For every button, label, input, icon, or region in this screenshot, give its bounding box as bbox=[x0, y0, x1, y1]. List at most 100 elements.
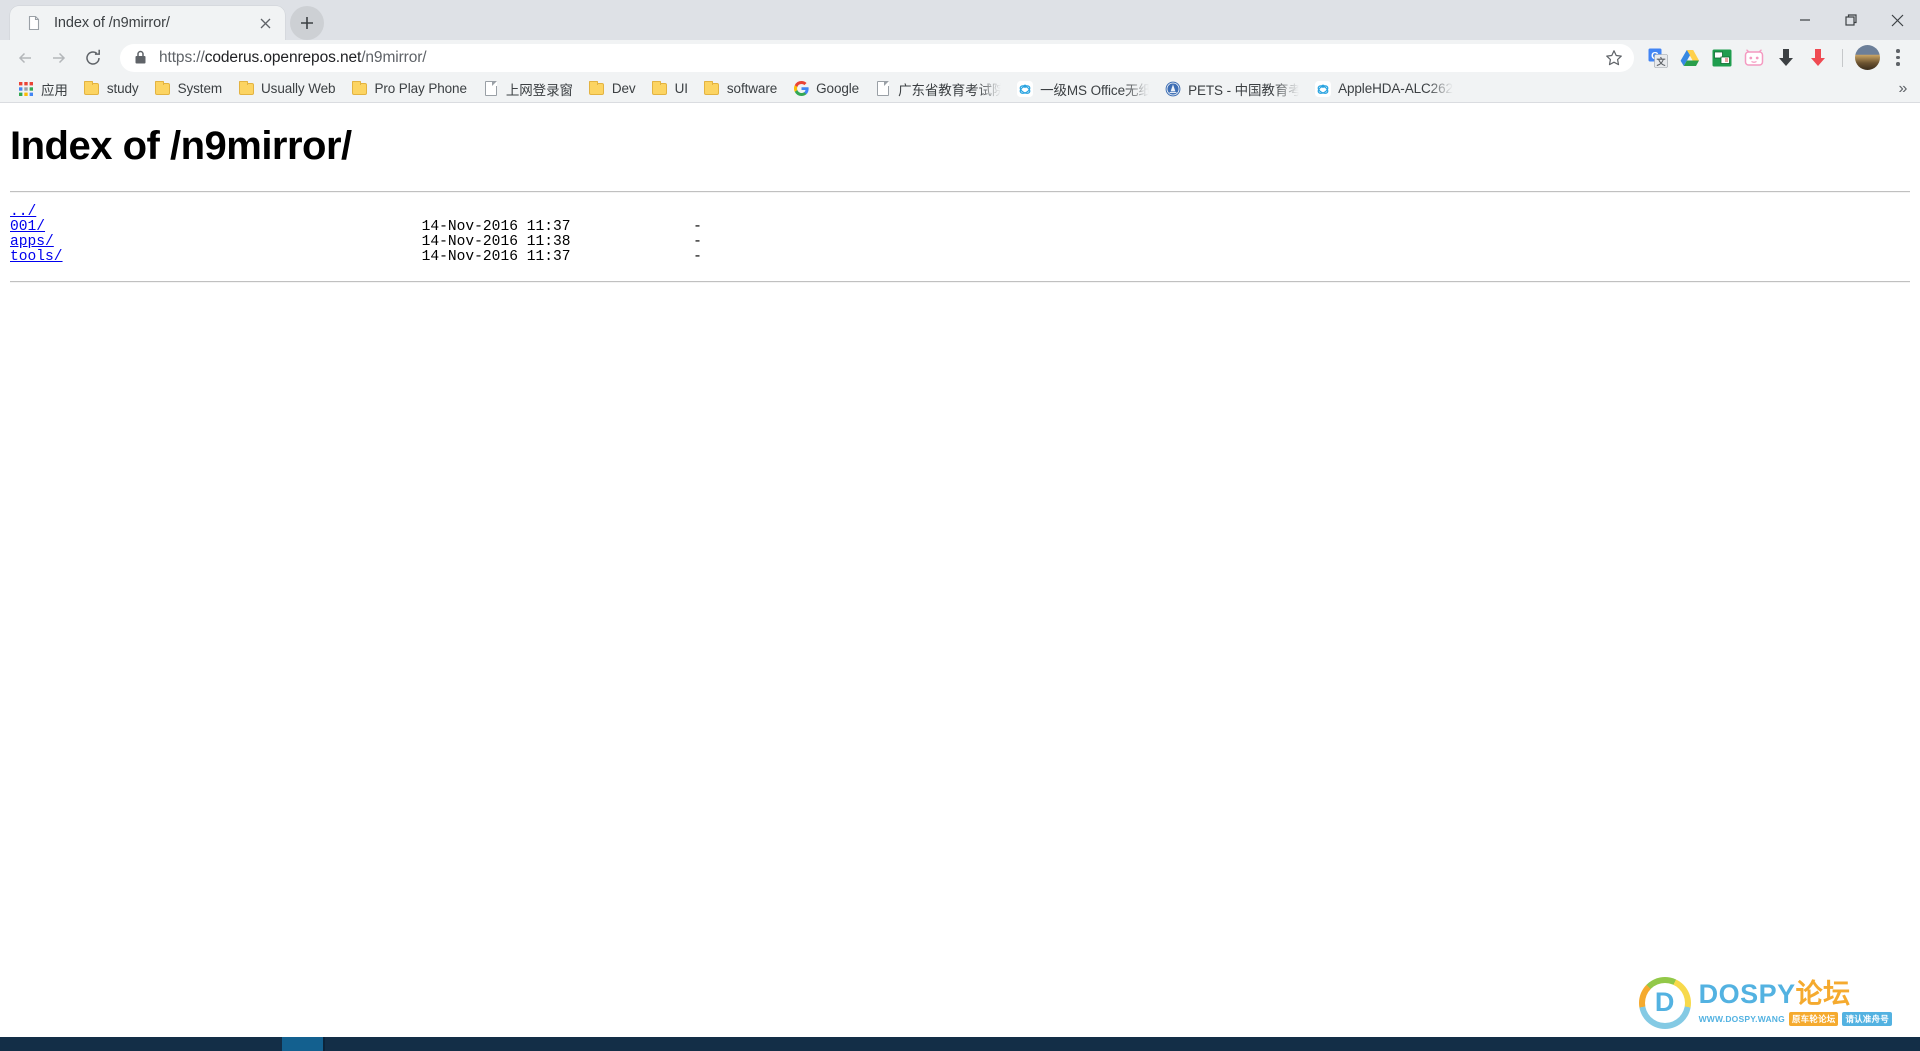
restore-icon[interactable] bbox=[1828, 0, 1874, 40]
bookmark-label: Google bbox=[816, 81, 860, 96]
bookmark-wangluo-denglu[interactable]: 上网登录窗 bbox=[475, 77, 581, 101]
bookmark-pets[interactable]: PETS - 中国教育考试 bbox=[1157, 77, 1307, 101]
rule-bottom bbox=[10, 281, 1910, 283]
directory-listing: ../001/ 14-Nov-2016 11:37 - apps/ 14-Nov-… bbox=[0, 193, 1920, 265]
url-host: coderus.openrepos.net bbox=[204, 48, 362, 66]
dir-link-001[interactable]: 001/ bbox=[10, 219, 45, 235]
list-item: 001/ 14-Nov-2016 11:37 - bbox=[10, 219, 1920, 235]
page-title: Index of /n9mirror/ bbox=[10, 124, 352, 168]
seal-blue-icon bbox=[1165, 81, 1181, 97]
bookmark-usually-web[interactable]: Usually Web bbox=[230, 77, 343, 101]
close-icon[interactable] bbox=[255, 13, 275, 33]
bookmark-label: Usually Web bbox=[261, 81, 336, 96]
download-dark-icon[interactable] bbox=[1771, 43, 1801, 73]
taskbar-active-window[interactable] bbox=[282, 1037, 325, 1051]
bookmark-applehda-alc262[interactable]: AppleHDA-ALC262 bbox=[1307, 77, 1461, 101]
url-path: /n9mirror/ bbox=[361, 48, 427, 66]
back-button[interactable] bbox=[8, 43, 42, 73]
reload-button[interactable] bbox=[76, 43, 110, 73]
minimize-icon[interactable] bbox=[1782, 0, 1828, 40]
watermark-subline: WWW.DOSPY.WANG 原车轮论坛 请认准舟号 bbox=[1699, 1011, 1892, 1026]
folder-icon bbox=[351, 80, 367, 97]
dir-size-001: - bbox=[693, 219, 702, 235]
bookmark-label: UI bbox=[674, 81, 688, 96]
bookmark-label: study bbox=[106, 81, 139, 96]
avatar[interactable] bbox=[1855, 45, 1880, 70]
dir-link-tools[interactable]: tools/ bbox=[10, 249, 63, 265]
three-dot-menu-icon[interactable] bbox=[1884, 43, 1912, 73]
bookmark-yiji-ms-office[interactable]: 一级MS Office无纸化 bbox=[1009, 77, 1157, 101]
bookmark-guangdong-jiaoyu[interactable]: 广东省教育考试院 bbox=[867, 77, 1009, 101]
bookmark-study[interactable]: study bbox=[76, 77, 147, 101]
bookmarks-overflow-button[interactable]: » bbox=[1892, 80, 1914, 98]
bookmark-label: software bbox=[726, 81, 778, 96]
url-text: https://coderus.openrepos.net/n9mirror/ bbox=[159, 49, 1622, 67]
bookmark-software[interactable]: software bbox=[696, 77, 785, 101]
folder-icon bbox=[84, 80, 100, 97]
bookmark-label: System bbox=[177, 81, 223, 96]
close-icon[interactable] bbox=[1874, 0, 1920, 40]
document-icon bbox=[26, 15, 42, 31]
svg-text:文: 文 bbox=[1655, 56, 1666, 67]
os-taskbar[interactable] bbox=[0, 1037, 1920, 1051]
bookmark-label: 上网登录窗 bbox=[505, 82, 573, 98]
atom-blue-icon bbox=[1315, 80, 1332, 97]
google-translate-icon[interactable]: G 文 bbox=[1643, 43, 1673, 73]
green-clipper-icon[interactable] bbox=[1707, 43, 1737, 73]
dir-size-tools: - bbox=[693, 249, 702, 265]
atom-blue-icon bbox=[1017, 80, 1034, 97]
dir-date-apps: 14-Nov-2016 11:38 bbox=[421, 234, 571, 250]
arrow-left-icon bbox=[18, 52, 31, 63]
reload-icon bbox=[86, 49, 100, 65]
bookmark-label: 广东省教育考试院 bbox=[898, 82, 1002, 98]
bookmark-system[interactable]: System bbox=[147, 77, 230, 101]
list-item: apps/ 14-Nov-2016 11:38 - bbox=[10, 234, 1920, 250]
list-item: tools/ 14-Nov-2016 11:37 - bbox=[10, 249, 1920, 265]
star-icon[interactable] bbox=[1602, 46, 1626, 70]
bookmark-label: PETS - 中国教育考试 bbox=[1188, 82, 1300, 98]
bookmark-label: AppleHDA-ALC262 bbox=[1338, 81, 1453, 96]
apps-grid-icon bbox=[18, 81, 34, 97]
dir-size-apps: - bbox=[693, 234, 702, 250]
dospy-logo-icon: D bbox=[1638, 977, 1691, 1029]
list-item: ../ bbox=[10, 204, 1920, 220]
browser-window: Index of /n9mirror/ https://coderus.open… bbox=[0, 0, 1920, 1051]
dir-link-apps[interactable]: apps/ bbox=[10, 234, 54, 250]
watermark-tag-2: 请认准舟号 bbox=[1842, 1011, 1892, 1026]
watermark-brand-en: DOSPY bbox=[1698, 979, 1796, 1010]
bookmark-pro-play-phone[interactable]: Pro Play Phone bbox=[343, 77, 474, 101]
bookmark-google[interactable]: Google bbox=[785, 77, 867, 101]
bookmark-label: 一级MS Office无纸化 bbox=[1040, 82, 1150, 98]
bookmarks-bar: 应用 study System Usually Web Pro Play Pho… bbox=[0, 75, 1920, 103]
download-red-icon[interactable] bbox=[1803, 43, 1833, 73]
folder-icon bbox=[238, 80, 254, 97]
dir-date-001: 14-Nov-2016 11:37 bbox=[421, 219, 571, 235]
watermark-brand: DOSPY论坛 bbox=[1699, 980, 1892, 1008]
watermark-brand-cn: 论坛 bbox=[1795, 979, 1851, 1010]
page-content: Index of /n9mirror/ ../001/ 14-Nov-2016 … bbox=[0, 104, 1920, 1051]
bookmark-label: Pro Play Phone bbox=[374, 81, 467, 96]
watermark-text: DOSPY论坛 WWW.DOSPY.WANG 原车轮论坛 请认准舟号 bbox=[1699, 980, 1892, 1026]
document-icon bbox=[875, 81, 891, 97]
dir-link-parent[interactable]: ../ bbox=[10, 204, 36, 220]
new-tab-button[interactable] bbox=[290, 6, 324, 40]
google-icon bbox=[793, 81, 809, 97]
browser-toolbar: https://coderus.openrepos.net/n9mirror/ … bbox=[0, 40, 1920, 75]
bookmark-apps[interactable]: 应用 bbox=[10, 77, 76, 101]
folder-icon bbox=[652, 80, 668, 97]
arrow-right-icon bbox=[53, 52, 66, 63]
google-drive-icon[interactable] bbox=[1675, 43, 1705, 73]
tab-strip: Index of /n9mirror/ bbox=[0, 0, 1920, 40]
extension-icons: G 文 bbox=[1642, 43, 1912, 73]
pink-tv-icon[interactable] bbox=[1739, 43, 1769, 73]
address-bar[interactable]: https://coderus.openrepos.net/n9mirror/ bbox=[120, 43, 1634, 72]
tab-index-of-n9mirror[interactable]: Index of /n9mirror/ bbox=[10, 6, 285, 40]
forward-button[interactable] bbox=[42, 43, 76, 73]
bookmark-label: Dev bbox=[611, 81, 636, 96]
bookmark-dev[interactable]: Dev bbox=[581, 77, 644, 101]
bookmark-ui[interactable]: UI bbox=[644, 77, 696, 101]
